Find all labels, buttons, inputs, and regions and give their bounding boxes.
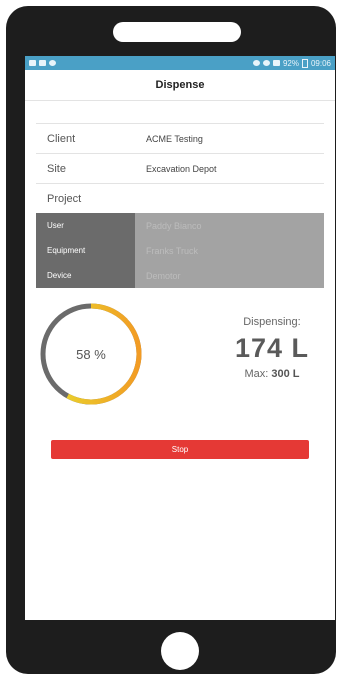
status-bar: 92% 09:06: [25, 56, 335, 70]
project-row: Project: [36, 184, 324, 213]
progress-gauge: 58 %: [37, 300, 145, 408]
app-screen: 92% 09:06 Dispense Client ACME Testing S…: [25, 56, 335, 620]
info-list: Client ACME Testing Site Excavation Depo…: [36, 123, 324, 213]
selection-panel: User Paddy Bianco Equipment Franks Truck…: [36, 213, 324, 288]
equipment-label: Equipment: [36, 238, 135, 263]
equipment-selector[interactable]: Equipment Franks Truck: [36, 238, 324, 263]
page-title: Dispense: [155, 79, 205, 91]
site-row: Site Excavation Depot: [36, 154, 324, 184]
battery-icon: [301, 58, 308, 68]
page-title-bar: Dispense: [25, 70, 335, 101]
client-row: Client ACME Testing: [36, 124, 324, 154]
dispense-info: Dispensing: 174 L Max: 300 L: [235, 316, 309, 380]
signal-icon: [272, 60, 280, 66]
project-label: Project: [47, 192, 82, 205]
user-selector[interactable]: User Paddy Bianco: [36, 213, 324, 238]
stop-button[interactable]: Stop: [51, 440, 309, 459]
device-value[interactable]: Demotor: [135, 263, 324, 288]
site-label: Site: [47, 162, 66, 175]
client-label: Client: [47, 132, 76, 145]
bluetooth-icon: [252, 60, 260, 66]
app-icon: [49, 60, 56, 66]
user-value[interactable]: Paddy Bianco: [135, 213, 324, 238]
play-icon: [39, 60, 46, 66]
status-time: 09:06: [310, 58, 331, 68]
client-value: ACME Testing: [146, 133, 203, 144]
gauge-percent: 58 %: [76, 346, 106, 362]
user-label: User: [36, 213, 135, 238]
max-value: 300 L: [271, 368, 300, 380]
phone-speaker: [113, 22, 241, 42]
device-label: Device: [36, 263, 135, 288]
status-left: [29, 60, 56, 66]
dispense-panel: 58 % Dispensing: 174 L Max: 300 L: [25, 288, 335, 418]
dispensing-label: Dispensing:: [243, 316, 301, 328]
device-selector[interactable]: Device Demotor: [36, 263, 324, 288]
max-line: Max: 300 L: [235, 368, 309, 380]
status-right: 92% 09:06: [252, 58, 331, 68]
battery-percent: 92%: [282, 58, 299, 68]
site-value: Excavation Depot: [146, 163, 217, 174]
home-button[interactable]: [161, 632, 199, 670]
dispensing-value: 174 L: [234, 333, 309, 363]
wifi-icon: [262, 60, 270, 66]
notification-icon: [29, 60, 36, 66]
max-label: Max:: [244, 368, 269, 380]
equipment-value[interactable]: Franks Truck: [135, 238, 324, 263]
